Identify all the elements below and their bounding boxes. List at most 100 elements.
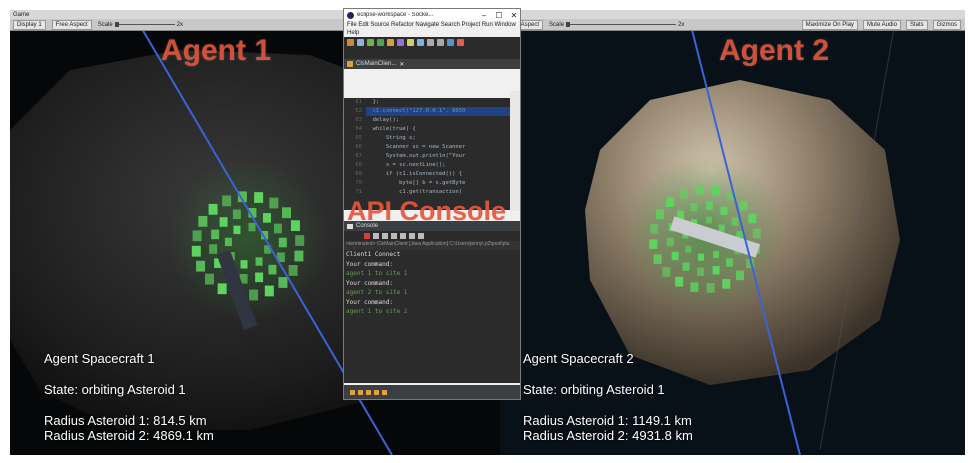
scale-label: Scale	[549, 21, 565, 28]
lidar-point	[209, 244, 218, 254]
menu-source[interactable]: Source	[370, 22, 389, 28]
lidar-point	[208, 203, 218, 215]
line-number: 69	[355, 171, 362, 177]
game-view-agent-2[interactable]: Free Aspect Scale 2x Maximize On Play Mut…	[500, 10, 965, 455]
lidar-point	[662, 267, 671, 277]
pin-console-icon[interactable]	[400, 233, 406, 239]
code-line[interactable]: if (c1.isConnected()) {	[366, 170, 510, 179]
lidar-point	[748, 213, 757, 224]
code-text[interactable]: }; c1.connect("127.0.0.1", 8050 delay();…	[366, 98, 510, 197]
code-line[interactable]: delay();	[366, 116, 510, 125]
lidar-point	[240, 260, 248, 269]
search-icon[interactable]	[417, 39, 424, 46]
bookmark-icon[interactable]	[457, 39, 464, 46]
menu-refactor[interactable]: Refactor	[391, 22, 414, 28]
aspect-select[interactable]: Free Aspect	[51, 19, 92, 30]
lidar-point	[278, 237, 287, 248]
menu-help[interactable]: Help	[347, 30, 359, 36]
scroll-lock-icon[interactable]	[391, 233, 397, 239]
run-icon[interactable]	[377, 39, 384, 46]
scale-slider[interactable]: Scale 2x	[549, 22, 684, 28]
line-number: 61	[355, 99, 362, 105]
remove-launch-icon[interactable]	[373, 233, 379, 239]
menu-window[interactable]: Window	[495, 22, 516, 28]
lidar-point	[711, 185, 720, 196]
game-tab[interactable]: Game	[13, 12, 29, 18]
lidar-point	[204, 273, 214, 285]
lidar-point	[219, 217, 228, 227]
gizmos-button[interactable]: Gizmos	[932, 19, 961, 30]
display-console-icon[interactable]	[409, 233, 415, 239]
status-icon	[358, 389, 363, 395]
console-output[interactable]: Client1 Connect Your command: agent 1 to s…	[344, 250, 520, 383]
line-number: 68	[355, 162, 362, 168]
code-line[interactable]: };	[366, 98, 510, 107]
lidar-point	[685, 245, 692, 253]
lidar-point	[666, 237, 674, 247]
lidar-point	[192, 230, 202, 242]
debug-icon[interactable]	[367, 39, 374, 46]
game-toolbar-right: Free Aspect Scale 2x Maximize On Play Mut…	[500, 10, 965, 31]
lidar-point	[254, 192, 264, 203]
lidar-point	[217, 283, 227, 295]
lidar-point	[739, 200, 748, 211]
stats-button[interactable]: Stats	[905, 19, 928, 30]
code-line[interactable]: s = sc.nextLine();	[366, 161, 510, 170]
code-line[interactable]: String s;	[366, 134, 510, 143]
menu-file[interactable]: File	[347, 22, 357, 28]
hud-radius-1: Radius Asteroid 1: 814.5 km	[44, 413, 207, 428]
lidar-point	[264, 285, 274, 297]
editor-tab[interactable]: ClsMainClien... ✕	[344, 59, 520, 69]
forward-icon[interactable]	[437, 39, 444, 46]
hud-radius-2: Radius Asteroid 2: 4869.1 km	[44, 428, 214, 443]
lidar-point	[655, 209, 664, 220]
code-line[interactable]: byte[] b = s.getByte	[366, 179, 510, 188]
save-icon[interactable]	[357, 39, 364, 46]
status-icon	[366, 389, 371, 395]
menu-project[interactable]: Project	[461, 22, 480, 28]
menu-edit[interactable]: Edit	[358, 22, 368, 28]
mute-audio-button[interactable]: Mute Audio	[862, 19, 901, 30]
code-editor[interactable]: 61 62 63 64 65 66 67 68 69 70 71 }; c1.connect("12…	[344, 98, 510, 210]
new-class-icon[interactable]	[397, 39, 404, 46]
lidar-point	[706, 283, 715, 293]
display-select[interactable]: Display 1	[13, 19, 46, 30]
lidar-point	[255, 272, 264, 283]
line-number: 64	[355, 126, 362, 132]
code-line[interactable]: c1.connect("127.0.0.1", 8050	[366, 107, 510, 116]
clear-console-icon[interactable]	[382, 233, 388, 239]
close-button[interactable]: ✕	[508, 11, 520, 20]
lidar-point	[718, 224, 725, 232]
eclipse-titlebar[interactable]: eclipse-workspace - Socke... – ☐ ✕	[344, 9, 520, 21]
maximize-on-play-button[interactable]: Maximize On Play	[801, 19, 858, 30]
code-line[interactable]: Scanner sc = new Scanner	[366, 143, 510, 152]
code-line[interactable]: while(true) {	[366, 125, 510, 134]
toolbar	[344, 37, 520, 59]
lidar-point	[752, 228, 761, 239]
scale-slider[interactable]: Scale 2x	[98, 22, 183, 28]
code-line[interactable]: System.out.println("Your	[366, 152, 510, 161]
agent-2-label: Agent 2	[719, 34, 830, 67]
line-numbers: 61 62 63 64 65 66 67 68 69 70 71	[344, 98, 362, 210]
close-tab-icon[interactable]: ✕	[399, 61, 404, 68]
menu-run[interactable]: Run	[482, 22, 493, 28]
lidar-point	[735, 270, 744, 281]
scale-value: 2x	[176, 21, 184, 28]
new-icon[interactable]	[347, 39, 354, 46]
console-line: agent 1 to site 1	[346, 270, 408, 277]
perspective-icon[interactable]	[447, 39, 454, 46]
line-number: 65	[355, 135, 362, 141]
terminate-icon[interactable]	[364, 233, 370, 239]
back-icon[interactable]	[427, 39, 434, 46]
lidar-point	[232, 209, 241, 220]
minimize-button[interactable]: –	[478, 11, 490, 20]
open-type-icon[interactable]	[407, 39, 414, 46]
menu-search[interactable]: Search	[441, 22, 460, 28]
external-tools-icon[interactable]	[387, 39, 394, 46]
console-line: Your command:	[346, 260, 393, 268]
menu-navigate[interactable]: Navigate	[415, 22, 439, 28]
line-number: 70	[355, 180, 362, 186]
open-console-icon[interactable]	[418, 233, 424, 239]
maximize-button[interactable]: ☐	[493, 11, 505, 20]
lidar-point	[255, 257, 263, 266]
